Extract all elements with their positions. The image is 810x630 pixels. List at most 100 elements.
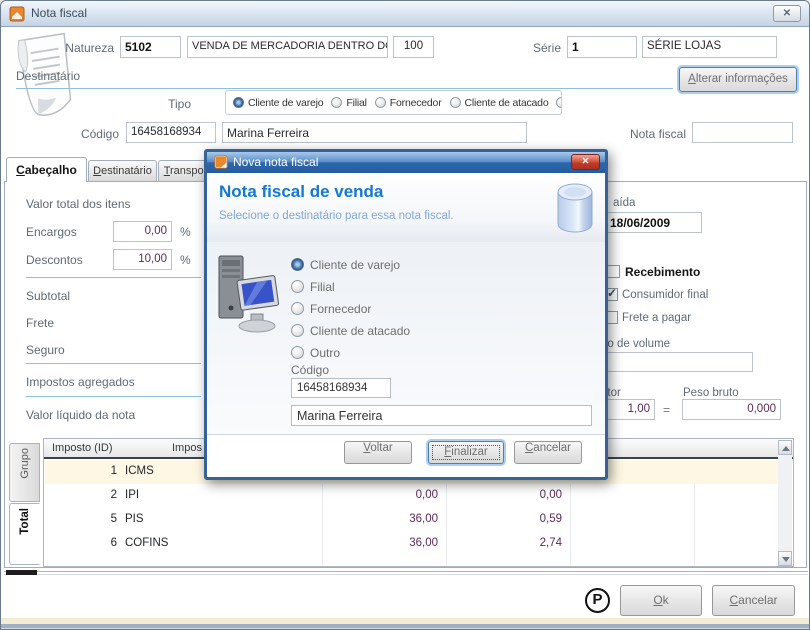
table-row-pis[interactable]: 5 PIS 36,00 0,59: [45, 508, 780, 532]
nota-fiscal-label: Nota fiscal: [629, 127, 686, 141]
app-note-icon: [9, 6, 25, 22]
destinatario-nome-field[interactable]: Marina Ferreira: [222, 122, 527, 143]
radio-selected-icon: [291, 258, 304, 272]
natureza-label: Natureza: [65, 41, 114, 55]
side-tab-grupo[interactable]: Grupo: [9, 443, 40, 502]
dialog-note-icon: [214, 155, 228, 169]
radio-icon: [331, 97, 343, 108]
radio-selected-icon: [233, 97, 244, 108]
valor-liquido-label: Valor líquido da nota: [26, 408, 136, 422]
dialog-heading: Nota fiscal de venda: [219, 182, 384, 201]
recebimento-label: Recebimento: [625, 265, 701, 279]
arrow-up-icon: [782, 446, 790, 451]
serie-desc-field[interactable]: SÉRIE LOJAS: [642, 36, 777, 58]
dialog-cancelar-button[interactable]: Cancelar: [514, 441, 582, 464]
dialog-codigo-field[interactable]: 16458168934: [291, 378, 391, 398]
seguro-label: Seguro: [26, 343, 65, 357]
finalizar-button[interactable]: Finalizar: [428, 441, 504, 464]
focus-rect: [432, 445, 500, 460]
radio-icon: [374, 97, 386, 108]
nova-nota-fiscal-dialog: Nova nota fiscal ✕ Nota fiscal de venda …: [204, 149, 608, 480]
tipo-label: Tipo: [168, 97, 191, 111]
window-close-icon[interactable]: ✕: [773, 5, 801, 22]
ok-button[interactable]: Ok: [620, 585, 702, 616]
encargos-field[interactable]: 0,00: [113, 221, 172, 242]
serie-label: Série: [532, 41, 561, 55]
radio-icon: [291, 280, 304, 294]
natureza-desc-field[interactable]: VENDA DE MERCADORIA DENTRO DO ES: [187, 36, 388, 58]
vertical-scrollbar[interactable]: [778, 440, 792, 566]
arrow-down-icon: [782, 557, 790, 562]
dialog-radio-cliente-atacado[interactable]: Cliente de atacado: [291, 322, 410, 338]
col-imposto: Impos: [172, 442, 202, 454]
peso-bruto-field[interactable]: 0,000: [682, 399, 781, 420]
natureza-code-field[interactable]: 5102: [120, 36, 181, 58]
tipo-volume-field[interactable]: [601, 352, 753, 372]
scroll-up-button[interactable]: [778, 440, 792, 455]
natureza-num-field[interactable]: 100: [393, 36, 434, 58]
tab-destinatario[interactable]: Destinatário: [88, 160, 157, 182]
recebimento-checkbox[interactable]: [607, 265, 620, 278]
frete-a-pagar-label: Frete a pagar: [622, 312, 692, 324]
tipo-volume-label: po de volume: [601, 338, 671, 350]
dialog-subheading: Selecione o destinatário para essa nota …: [219, 210, 454, 222]
descontos-field[interactable]: 10,00: [113, 249, 172, 270]
equals-sign: =: [663, 403, 671, 417]
table-row-cofins[interactable]: 6 COFINS 36,00 2,74: [45, 532, 780, 556]
table-row-ipi[interactable]: 2 IPI 0,00 0,00: [45, 484, 780, 508]
dialog-radio-fornecedor[interactable]: Fornecedor: [291, 300, 371, 316]
valor-total-label: Valor total dos itens: [26, 197, 131, 211]
radio-fornecedor[interactable]: Fornecedor: [374, 97, 442, 109]
splitter-grip[interactable]: [6, 570, 37, 575]
database-cylinder-icon: [557, 183, 593, 233]
cancelar-button[interactable]: Cancelar: [712, 585, 795, 616]
radio-icon: [449, 97, 461, 108]
voltar-button[interactable]: Voltar: [344, 441, 412, 464]
radio-icon: [291, 302, 304, 316]
radio-icon: [291, 324, 304, 338]
tipo-radio-group: Cliente de varejo Filial Fornecedor Clie…: [225, 90, 562, 115]
circled-p-icon: P: [585, 588, 610, 613]
desktop-computer-icon: [218, 255, 279, 333]
subtotal-label: Subtotal: [26, 289, 71, 303]
nota-fiscal-number-field[interactable]: [692, 122, 793, 143]
col-imposto-id: Imposto (ID): [52, 442, 113, 454]
serie-code-field[interactable]: 1: [567, 36, 637, 58]
nota-fiscal-window: Nota fiscal ✕ Natureza 5102 VENDA DE MER…: [0, 0, 810, 630]
radio-icon: [556, 97, 561, 108]
dialog-radio-outro[interactable]: Outro: [291, 344, 340, 360]
data-saida-field[interactable]: 18/06/2009: [605, 212, 702, 233]
codigo-label: Código: [80, 127, 119, 141]
scroll-down-button[interactable]: [778, 551, 792, 566]
radio-outro[interactable]: Outro: [556, 97, 561, 109]
window-titlebar: Nota fiscal ✕: [1, 1, 809, 27]
dialog-title: Nova nota fiscal: [233, 155, 319, 169]
frete-label: Frete: [26, 316, 55, 330]
data-saida-label: aída: [613, 197, 636, 209]
codigo-field[interactable]: 16458168934: [126, 122, 216, 143]
totals-separator: [26, 363, 201, 364]
alterar-informacoes-button[interactable]: Alterar informações: [679, 67, 797, 92]
dialog-body: Cliente de varejo Filial Fornecedor Clie…: [207, 242, 605, 434]
dialog-titlebar: Nova nota fiscal ✕: [207, 152, 605, 173]
dialog-radio-filial[interactable]: Filial: [291, 278, 335, 294]
dialog-header: Nota fiscal de venda Selecione o destina…: [207, 173, 605, 242]
descontos-percent: %: [180, 253, 191, 267]
encargos-label: Encargos: [26, 225, 77, 239]
splitter-line: [4, 571, 808, 572]
side-tab-total[interactable]: Total: [9, 503, 40, 565]
tab-cabecalho[interactable]: Cabeçalho: [6, 157, 87, 182]
destinatario-section-label: Destinatário: [16, 69, 81, 83]
radio-filial[interactable]: Filial: [331, 97, 367, 109]
radio-cliente-varejo[interactable]: Cliente de varejo: [233, 97, 324, 109]
dialog-radio-cliente-varejo[interactable]: Cliente de varejo: [291, 256, 400, 272]
destinatario-separator: [16, 88, 673, 89]
dialog-close-icon[interactable]: ✕: [571, 154, 600, 170]
dialog-codigo-label: Código: [291, 363, 330, 377]
radio-cliente-atacado[interactable]: Cliente de atacado: [449, 97, 549, 109]
encargos-percent: %: [180, 225, 191, 239]
peso-bruto-label: Peso bruto: [683, 387, 739, 399]
consumidor-final-label: Consumidor final: [622, 289, 709, 301]
descontos-label: Descontos: [26, 253, 83, 267]
dialog-nome-field[interactable]: Marina Ferreira: [291, 405, 592, 426]
